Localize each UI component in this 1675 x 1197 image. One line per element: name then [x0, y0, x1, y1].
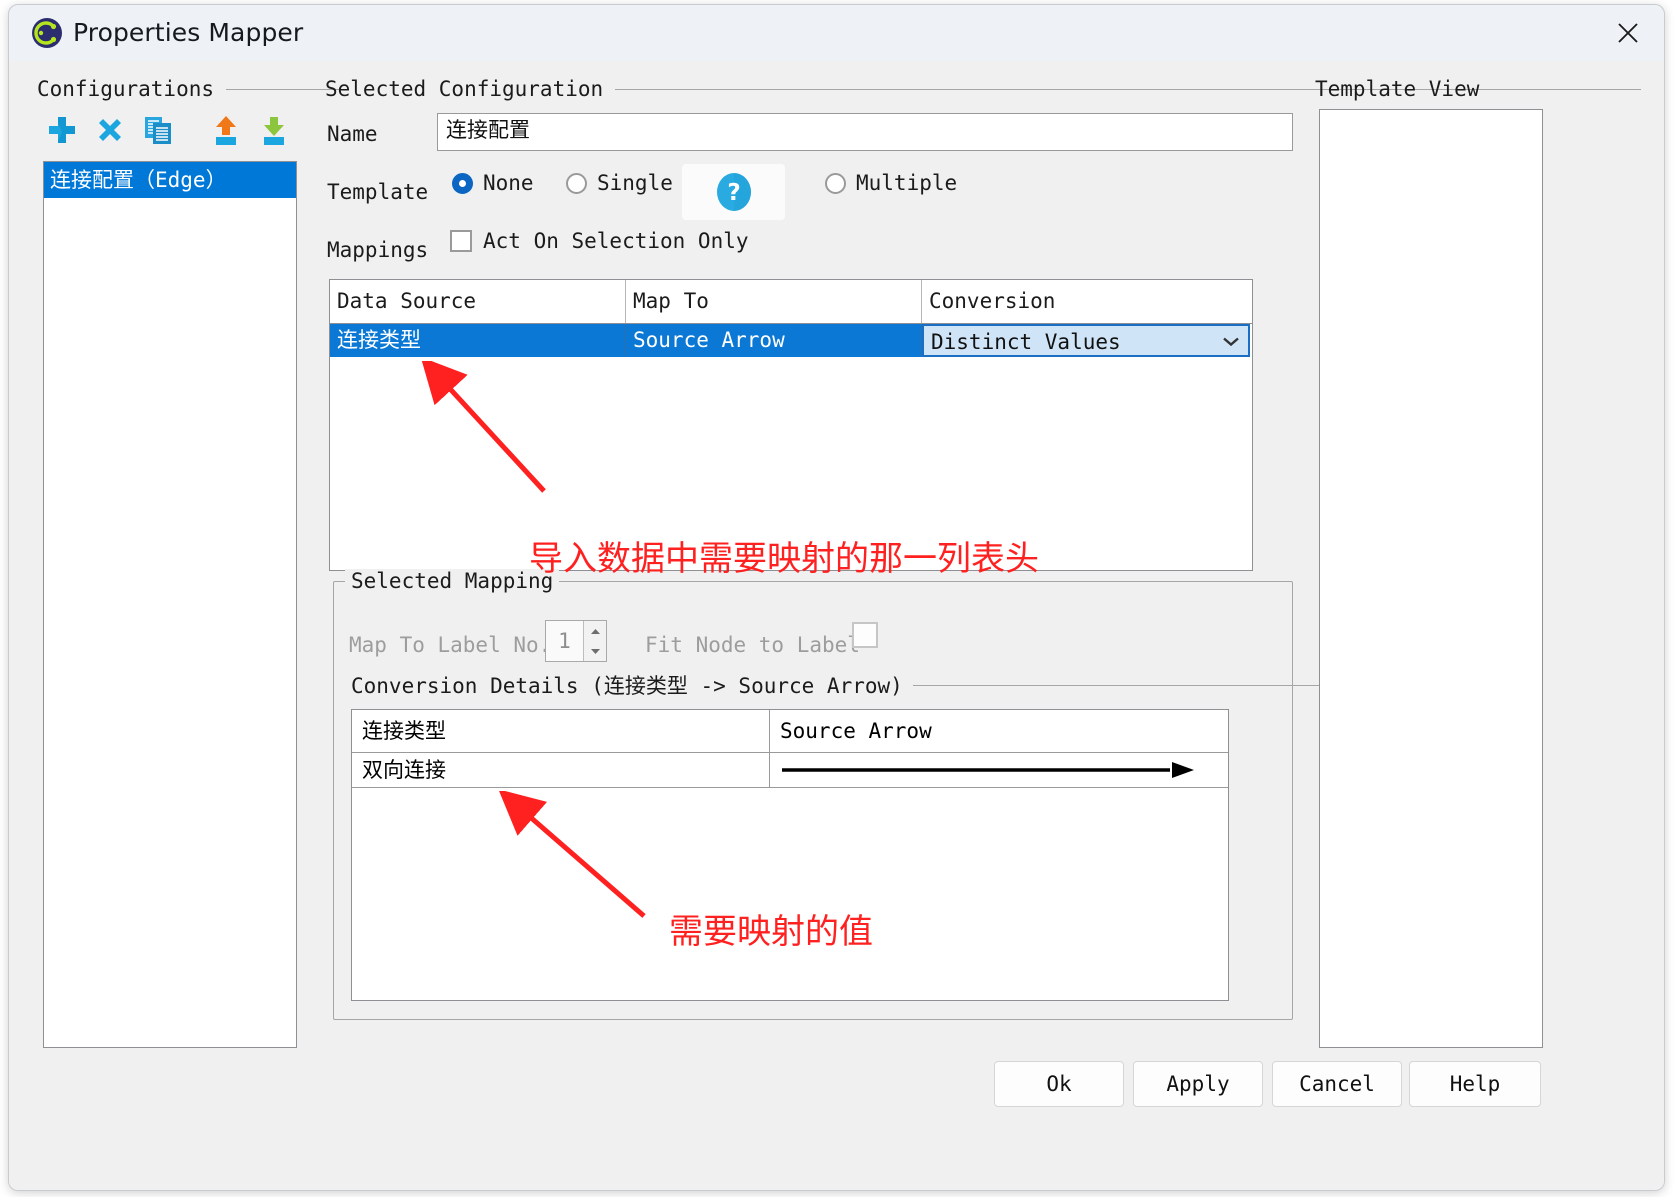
- chevron-down-icon: [1222, 324, 1240, 357]
- stepper-down-icon[interactable]: [584, 641, 606, 661]
- annotation-label-1: 导入数据中需要映射的那一列表头: [529, 539, 1039, 579]
- template-view-panel[interactable]: [1319, 109, 1543, 1048]
- cell-conversion-dropdown[interactable]: Distinct Values: [922, 324, 1250, 357]
- help-button[interactable]: Help: [1409, 1061, 1541, 1107]
- title-rule: [912, 684, 1338, 686]
- column-header-source-arrow: Source Arrow: [780, 719, 932, 743]
- radio-multiple-icon: [825, 172, 846, 194]
- fit-node-to-label-label: Fit Node to Label: [645, 633, 860, 657]
- cancel-button[interactable]: Cancel: [1272, 1061, 1402, 1107]
- fit-node-to-label-checkbox[interactable]: [852, 622, 878, 648]
- column-header-data-source: Data Source: [330, 280, 626, 323]
- template-view-title-label: Template View: [1315, 77, 1480, 101]
- title-bar: Properties Mapper: [9, 5, 1664, 62]
- line-with-arrowhead-right-icon: [782, 762, 1194, 778]
- table-row[interactable]: 双向连接: [352, 753, 1228, 788]
- template-option-single[interactable]: Single: [566, 171, 673, 195]
- export-configuration-icon[interactable]: [209, 113, 243, 147]
- help-question-icon: ?: [716, 173, 751, 211]
- svg-text:?: ?: [727, 180, 740, 206]
- template-label: Template: [327, 180, 429, 204]
- mappings-label: Mappings: [327, 238, 429, 262]
- name-label: Name: [327, 122, 378, 146]
- cell-source-value[interactable]: 双向连接: [352, 753, 770, 787]
- annotation-label-2: 需要映射的值: [669, 912, 873, 952]
- mappings-table[interactable]: Data Source Map To Conversion 连接类型 Sourc…: [329, 279, 1253, 571]
- cell-data-source[interactable]: 连接类型: [330, 324, 626, 357]
- column-header-map-to: Map To: [626, 280, 922, 323]
- apply-button[interactable]: Apply: [1133, 1061, 1263, 1107]
- conversion-details-table[interactable]: 连接类型 Source Arrow 双向连接: [351, 709, 1229, 1001]
- mappings-table-header: Data Source Map To Conversion: [330, 280, 1252, 324]
- selected-mapping-legend: Selected Mapping: [345, 569, 560, 593]
- map-to-label-no-value: 1: [558, 629, 571, 653]
- radio-single-icon: [566, 172, 587, 194]
- copy-configuration-icon[interactable]: [141, 113, 175, 147]
- configurations-title-label: Configurations: [37, 77, 215, 101]
- cell-arrow-preview[interactable]: [770, 753, 1228, 787]
- conversion-details-legend: Conversion Details (连接类型 -> Source Arrow…: [351, 670, 1338, 700]
- conversion-details-legend-label: Conversion Details (连接类型 -> Source Arrow…: [351, 674, 903, 698]
- table-row[interactable]: 连接类型 Source Arrow Distinct Values: [330, 324, 1252, 357]
- template-option-multiple[interactable]: Multiple: [825, 171, 957, 195]
- stepper-up-icon[interactable]: [584, 621, 606, 641]
- radio-none-icon: [452, 172, 473, 194]
- add-configuration-icon[interactable]: [45, 113, 79, 147]
- delete-configuration-icon[interactable]: [93, 113, 127, 147]
- column-header-conversion: Conversion: [929, 289, 1056, 313]
- name-input[interactable]: 连接配置: [437, 113, 1293, 151]
- configurations-toolbar: [45, 113, 305, 153]
- configurations-section-title: Configurations: [37, 77, 345, 101]
- ok-button[interactable]: Ok: [994, 1061, 1124, 1107]
- list-item[interactable]: 连接配置（Edge）: [44, 162, 296, 198]
- column-header-source-value: 连接类型: [352, 710, 770, 752]
- dialog-content: Configurations 连接配置（Edge） Selected Confi…: [9, 61, 1664, 1190]
- template-option-single-label: Single: [597, 171, 673, 195]
- act-on-selection-only-checkbox[interactable]: Act On Selection Only: [450, 229, 749, 253]
- import-configuration-icon[interactable]: [257, 113, 291, 147]
- cell-map-to[interactable]: Source Arrow: [626, 324, 922, 357]
- conversion-table-header: 连接类型 Source Arrow: [352, 710, 1228, 753]
- checkbox-icon: [450, 230, 472, 252]
- title-rule: [1491, 88, 1642, 90]
- map-to-label-no-label: Map To Label No.: [349, 633, 552, 657]
- template-view-section-title: Template View: [1315, 77, 1642, 101]
- cell-conversion-value: Distinct Values: [931, 330, 1121, 354]
- window-title: Properties Mapper: [73, 18, 304, 47]
- app-logo-icon: [31, 17, 63, 49]
- properties-mapper-window: Properties Mapper Configurations 连接配置（Ed…: [8, 4, 1665, 1191]
- act-on-selection-only-label: Act On Selection Only: [483, 229, 749, 253]
- selected-configuration-title-label: Selected Configuration: [325, 77, 604, 101]
- template-option-none-label: None: [483, 171, 534, 195]
- close-icon[interactable]: [1606, 13, 1650, 53]
- map-to-label-no-stepper[interactable]: 1: [545, 620, 607, 662]
- template-option-none[interactable]: None: [452, 171, 534, 195]
- template-option-multiple-label: Multiple: [856, 171, 958, 195]
- stepper-buttons: [583, 621, 606, 661]
- configurations-list[interactable]: 连接配置（Edge）: [43, 161, 297, 1048]
- template-help-button[interactable]: ?: [682, 164, 785, 220]
